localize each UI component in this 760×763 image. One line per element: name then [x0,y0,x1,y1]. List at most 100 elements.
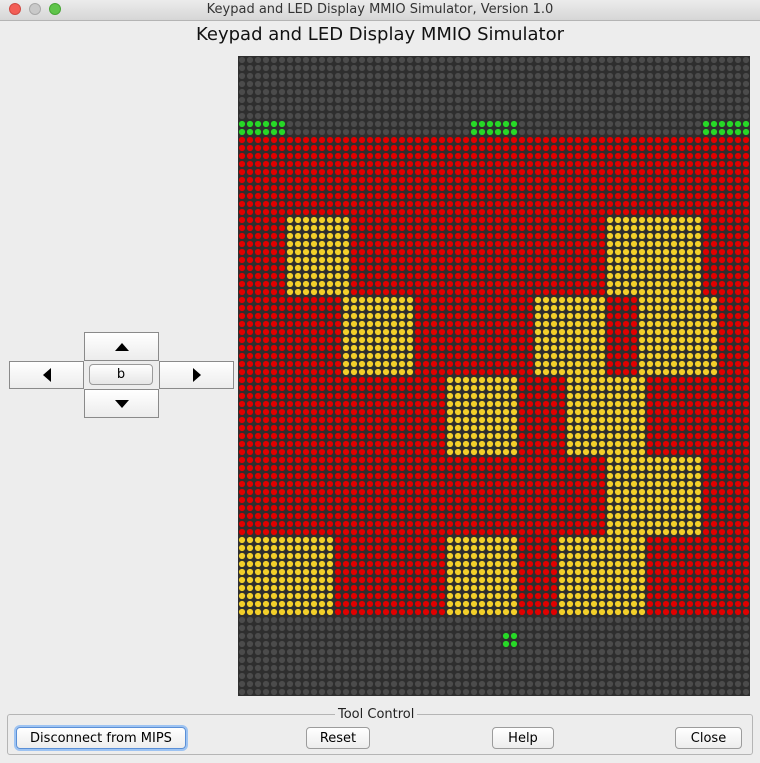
led-yellow [678,456,686,464]
led-off [246,640,254,648]
led-yellow [662,472,670,480]
keypad-up-button[interactable] [84,332,159,361]
led-off [478,112,486,120]
led-red [310,200,318,208]
led-red [742,176,750,184]
led-red [454,512,462,520]
keypad-down-button[interactable] [84,389,159,418]
led-red [622,360,630,368]
led-red [670,400,678,408]
led-red [646,136,654,144]
led-red [270,408,278,416]
keypad-right-button[interactable] [159,361,234,389]
led-red [534,280,542,288]
led-red [254,488,262,496]
led-red [278,424,286,432]
led-red [518,576,526,584]
led-red [478,304,486,312]
led-off [622,112,630,120]
led-red [382,448,390,456]
led-red [622,184,630,192]
led-off [414,672,422,680]
led-off [550,104,558,112]
led-yellow [598,344,606,352]
led-off [478,648,486,656]
led-yellow [598,296,606,304]
led-red [374,216,382,224]
led-red [486,512,494,520]
led-red [278,432,286,440]
led-off [422,656,430,664]
led-red [558,136,566,144]
led-red [422,584,430,592]
led-yellow [454,592,462,600]
led-red [678,400,686,408]
led-red [390,568,398,576]
led-off [294,632,302,640]
led-yellow [310,536,318,544]
led-off [270,88,278,96]
led-off [590,672,598,680]
led-yellow [470,536,478,544]
led-off [382,624,390,632]
led-yellow [294,232,302,240]
led-yellow [270,568,278,576]
led-red [270,464,278,472]
led-red [406,584,414,592]
led-off [638,672,646,680]
led-off [614,104,622,112]
led-red [382,552,390,560]
led-green [494,120,502,128]
led-red [566,184,574,192]
led-off [310,656,318,664]
led-red [590,136,598,144]
led-red [446,224,454,232]
led-red [454,240,462,248]
led-red [718,200,726,208]
led-red [262,176,270,184]
led-red [286,328,294,336]
led-red [342,528,350,536]
led-red [662,136,670,144]
led-red [366,392,374,400]
led-off [558,96,566,104]
led-red [614,352,622,360]
led-red [398,464,406,472]
led-red [398,136,406,144]
led-red [622,296,630,304]
keypad-center-button[interactable]: b [89,364,153,385]
led-red [462,224,470,232]
led-off [566,656,574,664]
led-red [462,480,470,488]
led-yellow [614,464,622,472]
led-red [654,152,662,160]
led-red [414,536,422,544]
led-red [606,368,614,376]
led-red [662,440,670,448]
led-yellow [638,288,646,296]
led-red [398,160,406,168]
led-off [622,656,630,664]
led-off [694,640,702,648]
led-red [414,224,422,232]
led-red [286,408,294,416]
led-red [486,288,494,296]
led-off [710,656,718,664]
led-off [566,640,574,648]
led-off [614,616,622,624]
led-yellow [446,424,454,432]
led-red [342,392,350,400]
led-off [390,640,398,648]
led-red [678,584,686,592]
led-red [390,608,398,616]
led-red [326,400,334,408]
led-off [478,88,486,96]
led-red [414,304,422,312]
led-yellow [446,448,454,456]
keypad-left-button[interactable] [9,361,84,389]
led-off [574,656,582,664]
led-red [702,392,710,400]
led-red [510,152,518,160]
led-red [454,136,462,144]
led-red [382,216,390,224]
